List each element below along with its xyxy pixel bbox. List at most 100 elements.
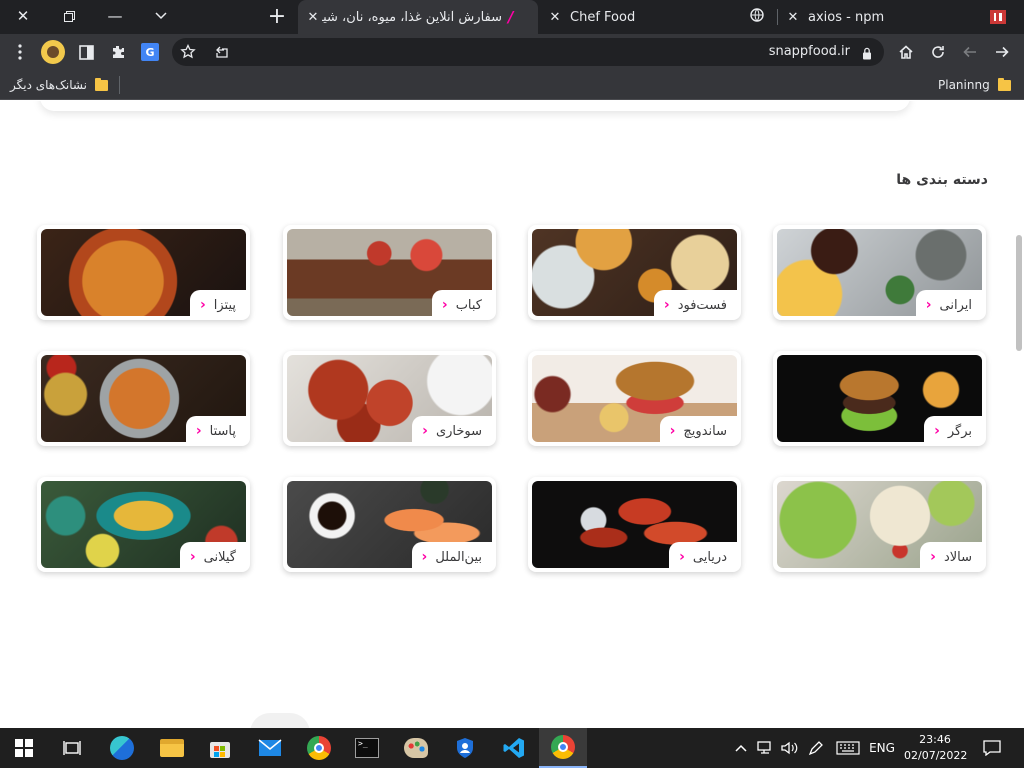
paint-taskbar-icon[interactable] (392, 728, 440, 768)
category-label-box: پاستا ‹ (185, 416, 246, 446)
tab-search-button[interactable] (138, 0, 184, 32)
windows-taskbar: >_ ENG 23:46 02/07/2022 (0, 728, 1024, 768)
url-text: snappfood.ir (768, 44, 850, 59)
notification-icon (983, 740, 1001, 756)
scrollbar-thumb[interactable] (1016, 235, 1022, 351)
forward-arrow-icon[interactable] (988, 34, 1016, 70)
profile-avatar[interactable] (39, 34, 67, 70)
category-card-gilani[interactable]: گیلانی ‹ (37, 477, 250, 572)
window-close-button[interactable]: ✕ (0, 0, 46, 32)
edge-taskbar-icon[interactable] (98, 728, 146, 768)
category-name: کباب (455, 297, 482, 313)
pen-icon[interactable] (804, 728, 828, 768)
category-label-box: دریایی ‹ (669, 542, 737, 572)
home-icon[interactable] (892, 34, 920, 70)
bookmarks-divider (119, 76, 120, 94)
category-card-pasta[interactable]: پاستا ‹ (37, 351, 250, 446)
tab-close-icon[interactable]: ✕ (304, 10, 322, 25)
category-label-box: سالاد ‹ (920, 542, 982, 572)
category-label-box: پیتزا ‹ (189, 290, 246, 320)
google-translate-icon[interactable]: G (136, 34, 164, 70)
system-clock[interactable]: 23:46 02/07/2022 (904, 732, 967, 764)
decorative-shape (250, 713, 310, 728)
reload-icon[interactable] (924, 34, 952, 70)
chevron-left-icon: ‹ (679, 549, 685, 565)
category-card-beinolmelal[interactable]: بین‌الملل ‹ (283, 477, 496, 572)
new-tab-button[interactable]: + (254, 0, 300, 32)
tab-chef-food[interactable]: ✕ Chef Food (540, 0, 764, 34)
section-title: دسته بندی ها (896, 172, 988, 188)
previous-section-card (40, 101, 910, 111)
task-view-button[interactable] (48, 728, 96, 768)
mail-taskbar-icon[interactable] (246, 728, 294, 768)
category-card-kabab[interactable]: کباب ‹ (283, 225, 496, 320)
store-taskbar-icon[interactable] (196, 728, 244, 768)
category-card-daryaei[interactable]: دریایی ‹ (528, 477, 741, 572)
page-content: دسته بندی ها ایرانی ‹ فست‌فود ‹ کباب ‹ پ… (0, 101, 1024, 728)
network-icon[interactable] (754, 728, 778, 768)
tab-axios-npm[interactable]: ✕ axios - npm (780, 0, 1014, 34)
chevron-left-icon: ‹ (195, 423, 202, 439)
category-card-sokhari[interactable]: سوخاری ‹ (283, 351, 496, 446)
folder-icon (997, 77, 1011, 91)
chevron-left-icon: ‹ (663, 297, 670, 313)
npm-favicon-icon (990, 10, 1006, 24)
snappfood-favicon-icon: / (508, 8, 514, 26)
vscode-taskbar-icon[interactable] (490, 728, 538, 768)
security-taskbar-icon[interactable] (441, 728, 489, 768)
tab-separator (777, 9, 778, 25)
volume-icon[interactable] (778, 728, 802, 768)
menu-icon[interactable] (6, 34, 34, 70)
category-card-burger[interactable]: برگر ‹ (773, 351, 986, 446)
file-explorer-taskbar-icon[interactable] (148, 728, 196, 768)
bookmark-folder-other[interactable]: نشانک‌های دیگر (10, 70, 108, 100)
chrome-taskbar-icon[interactable] (295, 728, 343, 768)
category-card-pizza[interactable]: پیتزا ‹ (37, 225, 250, 320)
browser-toolbar: snappfood.ir G (0, 34, 1024, 70)
chevron-left-icon: ‹ (189, 549, 196, 565)
category-label-box: ایرانی ‹ (915, 290, 982, 320)
category-card-salad[interactable]: سالاد ‹ (773, 477, 986, 572)
scrollbar[interactable] (1014, 101, 1024, 728)
share-icon[interactable] (214, 44, 230, 64)
chevron-left-icon: ‹ (925, 297, 932, 313)
tab-snappfood[interactable]: ✕ سفارش آنلاین غذا، میوه، نان، شیرینی / (298, 0, 538, 34)
notifications-button[interactable] (978, 728, 1006, 768)
chevron-left-icon: ‹ (199, 297, 206, 313)
bookmark-folder-planinng[interactable]: Planinng (938, 70, 1011, 100)
bookmark-star-icon[interactable] (180, 43, 196, 64)
tab-close-icon[interactable]: ✕ (546, 10, 564, 25)
category-card-sandwich[interactable]: ساندویچ ‹ (528, 351, 741, 446)
extensions-icon[interactable] (104, 34, 132, 70)
clock-time: 23:46 (919, 733, 951, 746)
category-label-box: گیلانی ‹ (179, 542, 246, 572)
window-restore-button[interactable] (46, 0, 92, 32)
category-label-box: سوخاری ‹ (412, 416, 492, 446)
tab-title: سفارش آنلاین غذا، میوه، نان، شیرینی (322, 9, 502, 25)
category-name: دریایی (692, 549, 727, 565)
bookmarks-bar: نشانک‌های دیگر Planinng (0, 70, 1024, 100)
category-card-irani[interactable]: ایرانی ‹ (773, 225, 986, 320)
bookmark-label: Planinng (938, 78, 990, 92)
back-arrow-icon[interactable] (956, 34, 984, 70)
tab-title: Chef Food (570, 9, 636, 25)
category-name: پیتزا (213, 297, 236, 313)
keyboard-icon[interactable] (834, 728, 862, 768)
task-view-icon (63, 741, 81, 755)
side-panel-icon[interactable] (72, 34, 100, 70)
category-card-fastfood[interactable]: فست‌فود ‹ (528, 225, 741, 320)
shield-icon (457, 738, 473, 758)
category-name: فست‌فود (677, 297, 727, 313)
lock-icon[interactable] (862, 45, 872, 64)
start-button[interactable] (0, 728, 48, 768)
window-minimize-button[interactable]: — (92, 0, 138, 32)
tab-close-icon[interactable]: ✕ (784, 10, 802, 25)
input-language[interactable]: ENG (866, 728, 898, 768)
chevron-left-icon: ‹ (934, 423, 940, 439)
address-bar[interactable]: snappfood.ir (172, 38, 884, 66)
chrome-active-taskbar-icon[interactable] (539, 728, 587, 768)
show-hidden-icons-button[interactable] (730, 728, 752, 768)
terminal-taskbar-icon[interactable]: >_ (343, 728, 391, 768)
category-name: ایرانی (939, 297, 972, 313)
globe-icon (750, 8, 764, 26)
